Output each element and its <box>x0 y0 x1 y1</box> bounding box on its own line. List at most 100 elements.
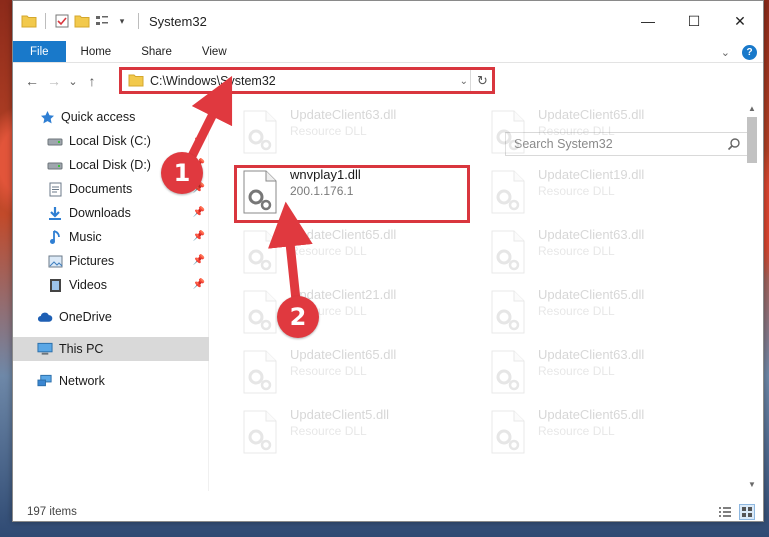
address-dropdown-icon[interactable]: ⌄ <box>460 70 468 92</box>
nav-item-label: Pictures <box>69 254 115 268</box>
file-item[interactable]: UpdateClient63.dll Resource DLL <box>482 225 722 281</box>
nav-item-local-disk-c[interactable]: Local Disk (C:) 📌 <box>47 129 209 153</box>
network-icon <box>37 373 53 389</box>
up-button[interactable]: ↑ <box>81 69 103 93</box>
file-type: Resource DLL <box>290 424 367 438</box>
nav-item-downloads[interactable]: Downloads 📌 <box>47 201 209 225</box>
file-version: 200.1.176.1 <box>290 184 354 198</box>
large-icons-view-icon[interactable] <box>739 504 755 520</box>
expand-ribbon-icon[interactable]: ⌄ <box>721 46 730 59</box>
address-path[interactable]: C:\Windows\System32 <box>150 74 276 88</box>
file-item[interactable]: UpdateClient63.dll Resource DLL <box>482 345 722 401</box>
tab-file[interactable]: File <box>13 41 66 62</box>
properties-icon[interactable] <box>54 13 70 29</box>
file-item[interactable]: UpdateClient65.dll Resource DLL <box>234 225 474 281</box>
ribbon-tabs: File Home Share View ⌄ ? <box>13 41 763 63</box>
dll-file-icon <box>490 289 530 337</box>
pin-icon[interactable]: 📌 <box>193 207 205 218</box>
nav-item-this-pc[interactable]: This PC <box>13 337 209 361</box>
nav-item-onedrive[interactable]: OneDrive <box>37 305 209 329</box>
dll-file-icon <box>490 349 530 397</box>
scroll-down-icon[interactable]: ▼ <box>745 477 759 491</box>
folder-icon <box>128 73 144 90</box>
file-name: UpdateClient63.dll <box>290 107 397 122</box>
file-item[interactable]: UpdateClient65.dll Resource DLL <box>482 285 722 341</box>
nav-item-label: This PC <box>59 342 104 356</box>
file-name: UpdateClient65.dll <box>290 227 397 242</box>
nav-item-label: Local Disk (C:) <box>69 134 151 148</box>
file-item[interactable]: UpdateClient21.dll Resource DLL <box>234 285 474 341</box>
file-type: Resource DLL <box>538 424 615 438</box>
nav-item-pictures[interactable]: Pictures 📌 <box>47 249 209 273</box>
music-icon <box>47 229 63 245</box>
customize-toolbar-icon[interactable] <box>94 13 110 29</box>
ribbon-right-controls: ⌄ ? <box>721 41 757 63</box>
nav-item-quick-access[interactable]: Quick access <box>39 105 209 129</box>
help-icon[interactable]: ? <box>742 44 757 60</box>
drive-icon <box>47 157 63 173</box>
file-type: Resource DLL <box>290 124 367 138</box>
file-type: Resource DLL <box>538 124 615 138</box>
star-icon <box>39 109 55 125</box>
tab-home[interactable]: Home <box>66 41 127 62</box>
window-controls: — ☐ ✕ <box>625 1 763 41</box>
navigation-bar: ← → ⌄ ↑ C:\Windows\System32 ⌄ ↻ <box>13 64 763 156</box>
nav-item-label: Videos <box>69 278 107 292</box>
scroll-up-icon[interactable]: ▲ <box>745 101 759 115</box>
file-type: Resource DLL <box>538 304 615 318</box>
file-item[interactable]: UpdateClient65.dll Resource DLL <box>482 405 722 461</box>
details-view-icon[interactable] <box>717 504 733 520</box>
file-item[interactable]: UpdateClient65.dll Resource DLL <box>482 105 722 161</box>
quick-access-toolbar: ▾ <box>13 13 143 29</box>
dll-file-icon <box>242 109 282 157</box>
pin-icon[interactable]: 📌 <box>193 231 205 242</box>
pin-icon[interactable]: 📌 <box>193 279 205 290</box>
forward-button[interactable]: → <box>43 69 65 93</box>
dll-file-icon <box>242 229 282 277</box>
file-name: UpdateClient19.dll <box>538 167 645 182</box>
file-item[interactable]: UpdateClient5.dll Resource DLL <box>234 405 474 461</box>
tab-view[interactable]: View <box>187 41 242 62</box>
vertical-scrollbar[interactable]: ▲ ▼ <box>745 101 759 493</box>
window-title: System32 <box>149 13 207 29</box>
minimize-button[interactable]: — <box>625 1 671 41</box>
refresh-button[interactable]: ↻ <box>470 70 494 92</box>
file-name: UpdateClient65.dll <box>538 287 645 302</box>
qat-dropdown-icon[interactable]: ▾ <box>114 13 130 29</box>
close-button[interactable]: ✕ <box>717 1 763 41</box>
dll-file-icon <box>242 169 282 217</box>
tab-share[interactable]: Share <box>126 41 187 62</box>
dll-file-icon <box>490 109 530 157</box>
view-buttons <box>717 504 755 520</box>
new-folder-icon[interactable] <box>74 13 90 29</box>
scroll-thumb[interactable] <box>747 117 757 163</box>
file-name: UpdateClient5.dll <box>290 407 390 422</box>
pin-icon[interactable]: 📌 <box>193 255 205 266</box>
item-count: 197 items <box>27 506 77 518</box>
file-name: wnvplay1.dll <box>290 167 361 182</box>
file-name: UpdateClient65.dll <box>290 347 397 362</box>
file-item-wnvplay1[interactable]: wnvplay1.dll 200.1.176.1 <box>234 165 474 221</box>
recent-locations-button[interactable]: ⌄ <box>65 69 81 93</box>
file-explorer-window: ▾ System32 — ☐ ✕ File Home Share View ⌄ … <box>12 0 764 522</box>
file-item[interactable]: UpdateClient65.dll Resource DLL <box>234 345 474 401</box>
maximize-button[interactable]: ☐ <box>671 1 717 41</box>
nav-item-music[interactable]: Music 📌 <box>47 225 209 249</box>
dll-file-icon <box>490 169 530 217</box>
back-button[interactable]: ← <box>21 69 43 93</box>
nav-item-label: OneDrive <box>59 310 112 324</box>
file-name: UpdateClient65.dll <box>538 407 645 422</box>
computer-icon <box>37 341 53 357</box>
nav-item-videos[interactable]: Videos 📌 <box>47 273 209 297</box>
nav-item-label: Local Disk (D:) <box>69 158 151 172</box>
step-2-badge: 2 <box>277 296 319 338</box>
status-bar: 197 items <box>13 501 763 521</box>
nav-item-network[interactable]: Network <box>37 369 209 393</box>
address-bar[interactable]: C:\Windows\System32 ⌄ ↻ <box>121 69 495 93</box>
file-item[interactable]: UpdateClient63.dll Resource DLL <box>234 105 474 161</box>
file-item[interactable]: UpdateClient19.dll Resource DLL <box>482 165 722 221</box>
file-name: UpdateClient63.dll <box>538 227 645 242</box>
cloud-icon <box>37 309 53 325</box>
pin-icon[interactable]: 📌 <box>193 135 205 146</box>
file-type: Resource DLL <box>538 364 615 378</box>
